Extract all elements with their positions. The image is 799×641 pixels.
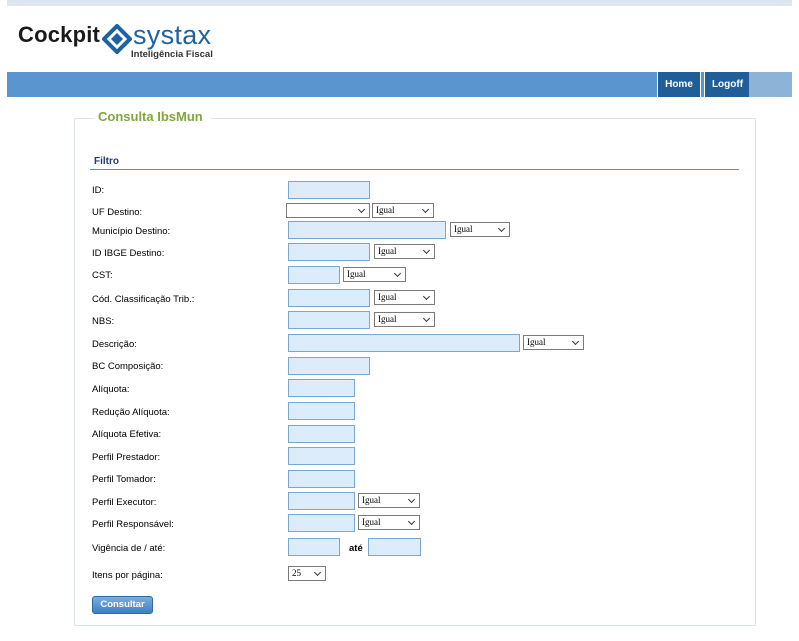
logo-tagline: Inteligência Fiscal: [131, 49, 213, 60]
diamond-logo-icon: [102, 24, 132, 54]
label-cst: CST:: [92, 270, 113, 281]
bc-composicao-input[interactable]: [288, 357, 370, 375]
chevron-down-icon: [407, 517, 416, 526]
label-perfil-prestador: Perfil Prestador:: [92, 452, 161, 463]
municipio-destino-operator-select[interactable]: Igual: [450, 222, 510, 237]
top-accent-bar: [7, 0, 792, 6]
chevron-down-icon: [407, 495, 416, 504]
id-ibge-destino-input[interactable]: [288, 243, 370, 261]
aliquota-input[interactable]: [288, 379, 355, 397]
cod-classificacao-input[interactable]: [288, 289, 370, 307]
perfil-prestador-input[interactable]: [288, 447, 355, 465]
label-uf-destino: UF Destino:: [92, 207, 143, 218]
perfil-tomador-input[interactable]: [288, 470, 355, 488]
label-id-ibge-destino: ID IBGE Destino:: [92, 248, 165, 259]
aliquota-efetiva-input[interactable]: [288, 425, 355, 443]
section-divider: [90, 169, 739, 170]
chevron-down-icon: [422, 246, 431, 255]
home-button[interactable]: Home: [657, 72, 701, 97]
perfil-responsavel-input[interactable]: [288, 514, 355, 532]
cst-input[interactable]: [288, 266, 340, 284]
reducao-aliquota-input[interactable]: [288, 402, 355, 420]
cod-classificacao-operator-select[interactable]: Igual: [374, 290, 435, 305]
label-vigencia: Vigência de / até:: [92, 543, 166, 554]
section-title-filtro: Filtro: [94, 156, 119, 167]
nbs-operator-select[interactable]: Igual: [374, 312, 435, 327]
page-title: Consulta IbsMun: [94, 109, 211, 124]
label-perfil-executor: Perfil Executor:: [92, 497, 157, 508]
perfil-executor-operator-select[interactable]: Igual: [358, 493, 420, 508]
label-aliquota-efetiva: Alíquota Efetiva:: [92, 429, 162, 440]
cst-operator-select[interactable]: Igual: [343, 267, 406, 282]
label-itens-por-pagina: Itens por página:: [92, 570, 163, 581]
descricao-operator-select[interactable]: Igual: [523, 335, 584, 350]
id-input[interactable]: [288, 181, 370, 199]
label-municipio-destino: Município Destino:: [92, 226, 171, 237]
label-descricao: Descrição:: [92, 339, 137, 350]
label-id: ID:: [92, 185, 105, 196]
label-vigencia-ate: até: [349, 543, 363, 554]
label-reducao-aliquota: Redução Alíquota:: [92, 407, 170, 418]
chevron-down-icon: [571, 337, 580, 346]
chevron-down-icon: [497, 224, 506, 233]
label-cod-classificacao: Cód. Classificação Trib.:: [92, 294, 195, 305]
consultar-button[interactable]: Consultar: [92, 596, 153, 614]
label-perfil-responsavel: Perfil Responsável:: [92, 519, 174, 530]
chevron-down-icon: [422, 314, 431, 323]
label-bc-composicao: BC Composição:: [92, 361, 164, 372]
top-navbar: Home Logoff: [7, 72, 792, 97]
vigencia-de-input[interactable]: [288, 538, 340, 556]
logoff-button[interactable]: Logoff: [704, 72, 751, 97]
descricao-input[interactable]: [288, 334, 520, 352]
label-aliquota: Alíquota:: [92, 384, 130, 395]
perfil-responsavel-operator-select[interactable]: Igual: [358, 515, 420, 530]
itens-por-pagina-select[interactable]: 25: [288, 566, 326, 581]
id-ibge-destino-operator-select[interactable]: Igual: [374, 244, 435, 259]
chevron-down-icon: [393, 269, 402, 278]
logo-text-systax: systax: [133, 20, 212, 50]
chevron-down-icon: [421, 205, 430, 214]
uf-destino-operator-select[interactable]: Igual: [372, 203, 434, 218]
perfil-executor-input[interactable]: [288, 492, 355, 510]
chevron-down-icon: [313, 568, 322, 577]
vigencia-ate-input[interactable]: [368, 538, 421, 556]
label-perfil-tomador: Perfil Tomador:: [92, 474, 156, 485]
label-nbs: NBS:: [92, 316, 115, 327]
logo-text-cockpit: Cockpit: [18, 22, 101, 47]
chevron-down-icon: [422, 292, 431, 301]
chevron-down-icon: [357, 205, 366, 214]
nbs-input[interactable]: [288, 311, 370, 329]
uf-destino-select[interactable]: [286, 203, 370, 218]
navbar-end-decoration: [749, 72, 792, 97]
municipio-destino-input[interactable]: [288, 221, 446, 239]
